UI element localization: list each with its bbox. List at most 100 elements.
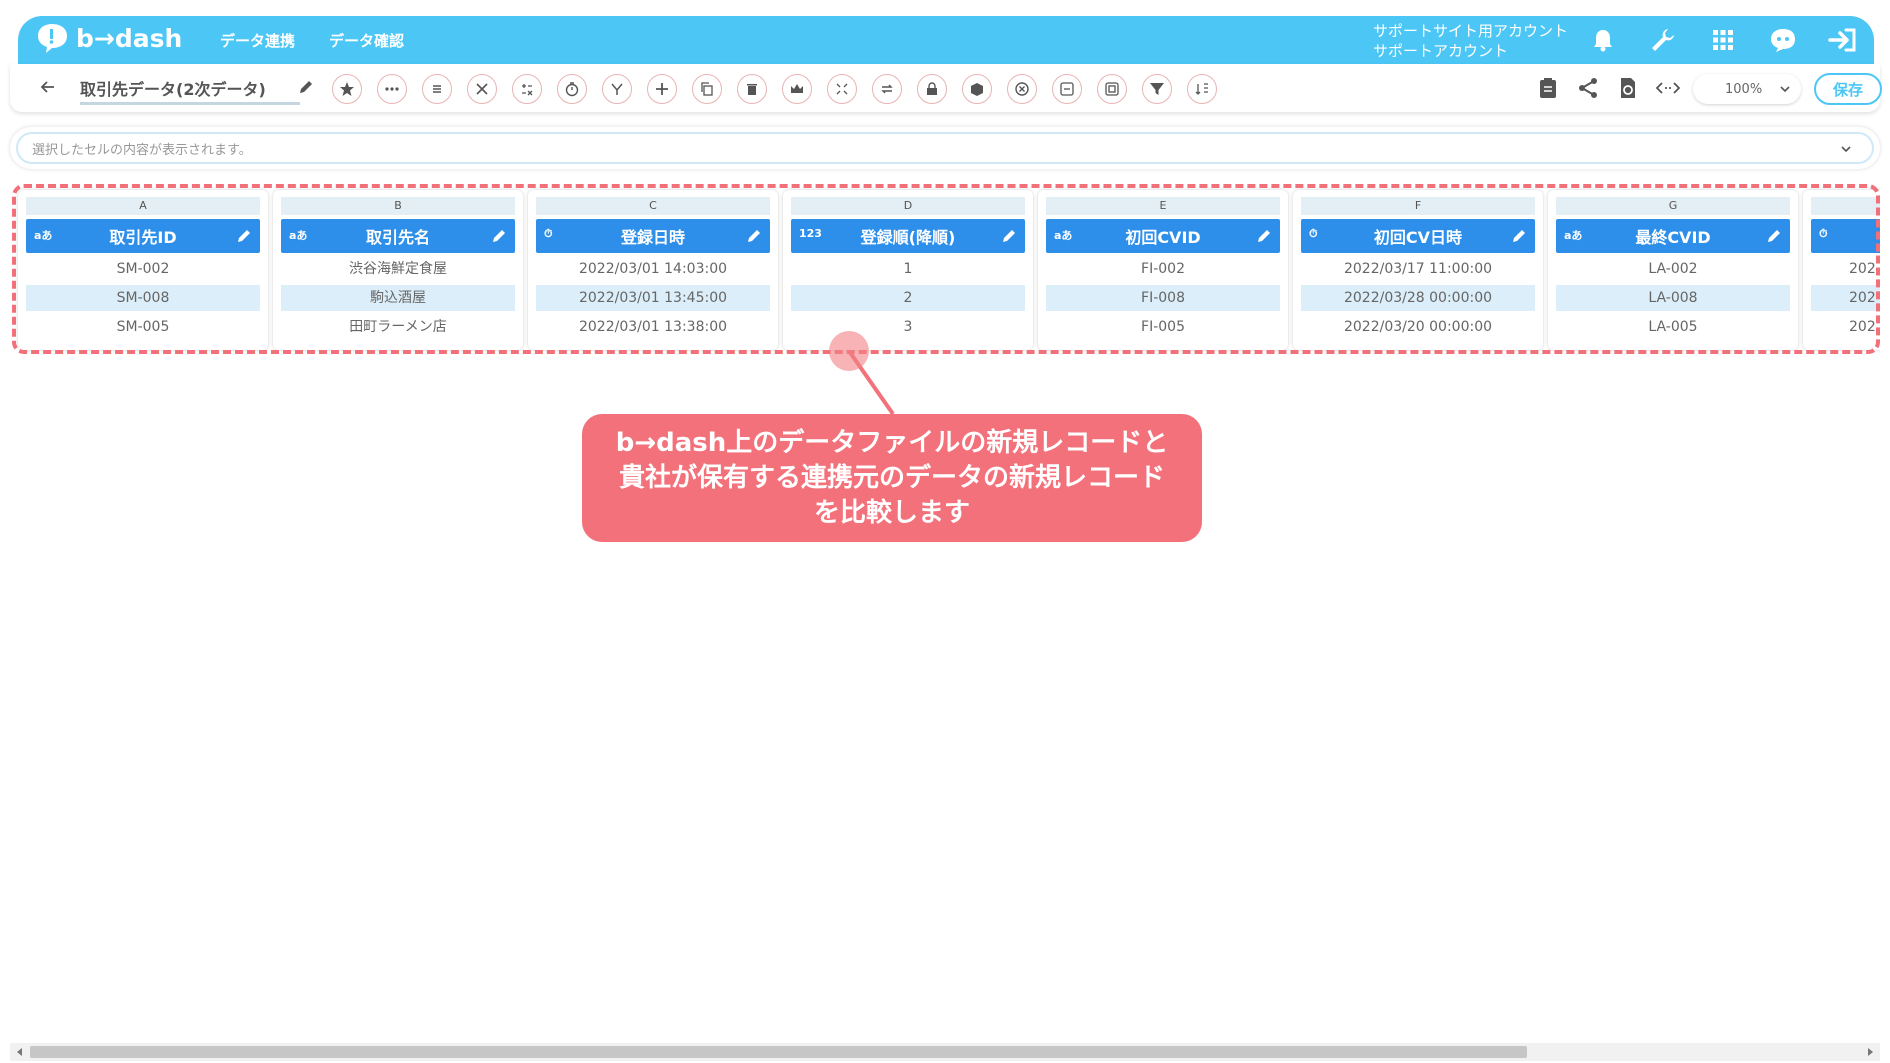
column-header[interactable]: aあ 取引先名: [281, 219, 515, 253]
nav-data-integration[interactable]: データ連携: [220, 30, 295, 51]
logo[interactable]: b→dash: [34, 22, 182, 54]
grid-column[interactable]: Gaあ 最終CVID LA-002 LA-008 LA-005: [1548, 190, 1798, 350]
lock-icon[interactable]: [917, 74, 947, 104]
scroll-right-icon[interactable]: [1864, 1046, 1876, 1058]
account-info[interactable]: サポートサイト用アカウント サポートアカウント: [1373, 21, 1568, 61]
edit-column-icon[interactable]: [1256, 228, 1272, 244]
grid-icon[interactable]: [1708, 25, 1738, 55]
column-header[interactable]: 123 登録順(降順): [791, 219, 1025, 253]
cancel-circle-icon[interactable]: [1007, 74, 1037, 104]
trash-icon[interactable]: [737, 74, 767, 104]
grid-column[interactable]: ⏱ 202 202 202: [1803, 190, 1880, 350]
tools-icon[interactable]: [467, 74, 497, 104]
save-button[interactable]: 保存: [1814, 73, 1882, 105]
chevron-down-icon[interactable]: [1840, 143, 1852, 155]
grid-cell[interactable]: 田町ラーメン店: [281, 314, 515, 340]
logout-icon[interactable]: [1828, 25, 1858, 55]
grid-cell[interactable]: SM-002: [26, 256, 260, 282]
refresh-file-icon[interactable]: [1615, 75, 1641, 101]
filter-icon[interactable]: [1142, 74, 1172, 104]
zoom-select[interactable]: 100%: [1693, 74, 1801, 104]
chat-bot-icon[interactable]: [1768, 25, 1798, 55]
edit-column-icon[interactable]: [746, 228, 762, 244]
account-name: サポートサイト用アカウント: [1373, 22, 1569, 40]
nav-data-check[interactable]: データ確認: [329, 30, 404, 51]
edit-column-icon[interactable]: [491, 228, 507, 244]
expand-icon[interactable]: [827, 74, 857, 104]
column-letter[interactable]: F: [1301, 197, 1535, 215]
data-title[interactable]: 取引先データ(2次データ): [80, 76, 300, 105]
edit-column-icon[interactable]: [1511, 228, 1527, 244]
grid-cell[interactable]: 2022/03/01 13:38:00: [536, 314, 770, 340]
grid-cell[interactable]: LA-008: [1556, 285, 1790, 311]
column-letter[interactable]: A: [26, 197, 260, 215]
timer-icon[interactable]: [557, 74, 587, 104]
grid-cell[interactable]: FI-008: [1046, 285, 1280, 311]
grid-cell[interactable]: 202: [1811, 256, 1880, 282]
column-letter[interactable]: C: [536, 197, 770, 215]
grid-cell[interactable]: LA-002: [1556, 256, 1790, 282]
grid-cell[interactable]: FI-002: [1046, 256, 1280, 282]
star-icon[interactable]: [332, 74, 362, 104]
grid-column[interactable]: D 123 登録順(降順) 1 2 3: [783, 190, 1033, 350]
column-header[interactable]: aあ 初回CVID: [1046, 219, 1280, 253]
grid-cell[interactable]: 2: [791, 285, 1025, 311]
transform-icon[interactable]: [1052, 74, 1082, 104]
grid-cell[interactable]: 渋谷海鮮定食屋: [281, 256, 515, 282]
grid-cell[interactable]: LA-005: [1556, 314, 1790, 340]
grid-cell[interactable]: 1: [791, 256, 1025, 282]
grid-column[interactable]: Eaあ 初回CVID FI-002 FI-008 FI-005: [1038, 190, 1288, 350]
back-arrow-icon[interactable]: [38, 77, 58, 97]
grid-cell[interactable]: 2022/03/17 11:00:00: [1301, 256, 1535, 282]
list-icon[interactable]: [422, 74, 452, 104]
more-icon[interactable]: [377, 74, 407, 104]
grid-column[interactable]: Aaあ 取引先ID SM-002 SM-008 SM-005: [18, 190, 268, 350]
merge-icon[interactable]: [602, 74, 632, 104]
wrench-icon[interactable]: [1648, 25, 1678, 55]
column-header[interactable]: aあ 取引先ID: [26, 219, 260, 253]
edit-column-icon[interactable]: [1766, 228, 1782, 244]
bell-icon[interactable]: [1588, 25, 1618, 55]
column-letter[interactable]: [1811, 197, 1880, 215]
grid-cell[interactable]: SM-005: [26, 314, 260, 340]
grid-column[interactable]: C ⏱ 登録日時 2022/03/01 14:03:00 2022/03/01 13:4…: [528, 190, 778, 350]
repeat-icon[interactable]: [872, 74, 902, 104]
column-header[interactable]: aあ 最終CVID: [1556, 219, 1790, 253]
grid-cell[interactable]: 2022/03/01 13:45:00: [536, 285, 770, 311]
scroll-left-icon[interactable]: [14, 1046, 26, 1058]
grid-cell[interactable]: SM-008: [26, 285, 260, 311]
column-letter[interactable]: D: [791, 197, 1025, 215]
column-letter[interactable]: E: [1046, 197, 1280, 215]
plus-icon[interactable]: [647, 74, 677, 104]
edit-column-icon[interactable]: [1001, 228, 1017, 244]
grid-cell[interactable]: 駒込酒屋: [281, 285, 515, 311]
share-icon[interactable]: [1575, 75, 1601, 101]
edit-column-icon[interactable]: [236, 228, 252, 244]
column-letter[interactable]: B: [281, 197, 515, 215]
cell-content-field[interactable]: 選択したセルの内容が表示されます。: [16, 132, 1874, 164]
scrollbar-thumb[interactable]: [30, 1046, 1527, 1058]
grid-cell[interactable]: 2022/03/28 00:00:00: [1301, 285, 1535, 311]
code-icon[interactable]: [1655, 75, 1681, 101]
clipboard-icon[interactable]: [1535, 75, 1561, 101]
column-letter[interactable]: G: [1556, 197, 1790, 215]
grid-cell[interactable]: 2022/03/20 00:00:00: [1301, 314, 1535, 340]
calc-icon[interactable]: [512, 74, 542, 104]
horizontal-scrollbar[interactable]: [10, 1043, 1880, 1061]
grid-cell[interactable]: 202: [1811, 285, 1880, 311]
grid-cell[interactable]: 202: [1811, 314, 1880, 340]
grid-column[interactable]: F ⏱ 初回CV日時 2022/03/17 11:00:00 2022/03/28 00…: [1293, 190, 1543, 350]
box-icon[interactable]: [962, 74, 992, 104]
frame-icon[interactable]: [1097, 74, 1127, 104]
column-header[interactable]: ⏱: [1811, 219, 1880, 253]
copy-icon[interactable]: [692, 74, 722, 104]
pencil-icon[interactable]: [297, 78, 315, 96]
grid-cell[interactable]: FI-005: [1046, 314, 1280, 340]
sort-icon[interactable]: [1187, 74, 1217, 104]
grid-cell[interactable]: 3: [791, 314, 1025, 340]
crown-icon[interactable]: [782, 74, 812, 104]
grid-cell[interactable]: 2022/03/01 14:03:00: [536, 256, 770, 282]
column-header[interactable]: ⏱ 初回CV日時: [1301, 219, 1535, 253]
grid-column[interactable]: Baあ 取引先名渋谷海鮮定食屋 駒込酒屋田町ラーメン店: [273, 190, 523, 350]
column-header[interactable]: ⏱ 登録日時: [536, 219, 770, 253]
